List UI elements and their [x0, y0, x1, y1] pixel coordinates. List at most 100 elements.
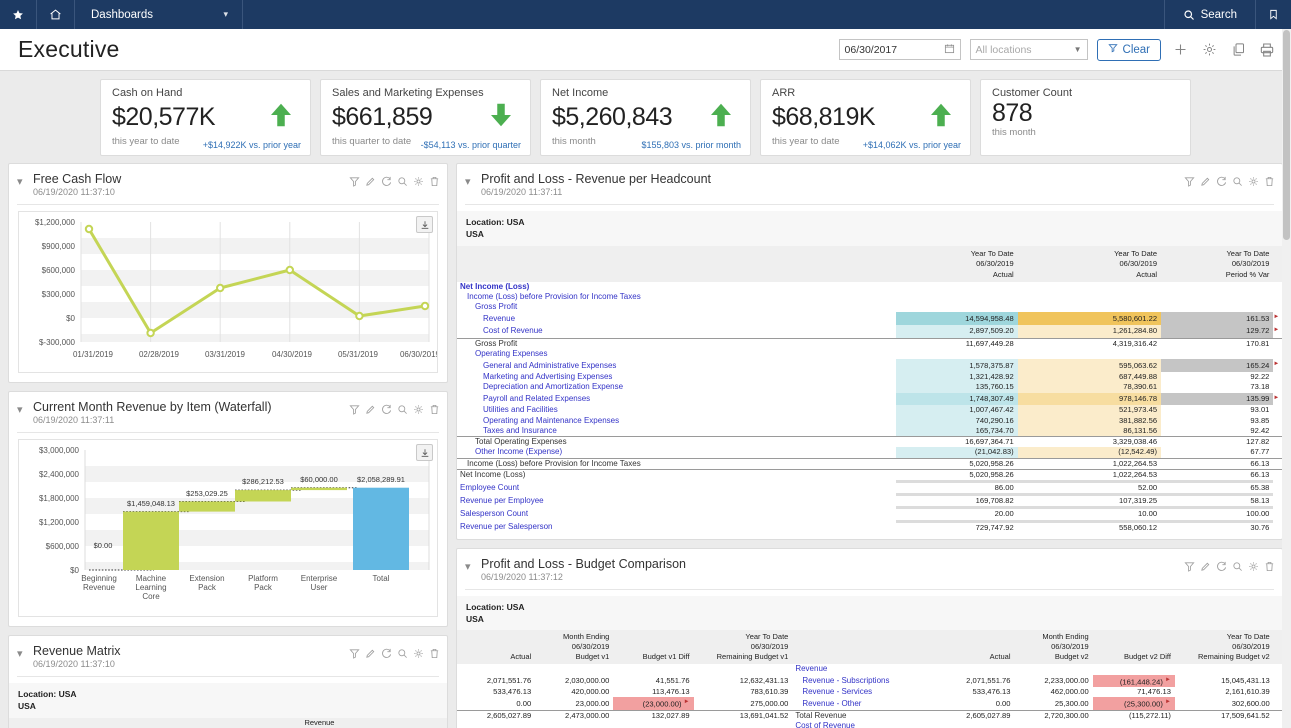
page-scrollbar-thumb[interactable]: [1283, 30, 1290, 240]
table-row[interactable]: Net Income (Loss)5,020,958.261,022,264.5…: [457, 469, 1282, 481]
table-row[interactable]: Payroll and Related Expenses1,748,307.49…: [457, 393, 1282, 406]
add-widget-button[interactable]: [1170, 40, 1190, 60]
filter-icon[interactable]: [349, 402, 360, 420]
copy-dashboard-button[interactable]: [1228, 40, 1248, 60]
table-row[interactable]: 2,605,027.892,473,000.00132,027.8913,691…: [457, 711, 1282, 722]
edit-icon[interactable]: [365, 174, 376, 192]
filter-icon[interactable]: [349, 646, 360, 664]
row-value: 2,605,027.89: [936, 711, 1014, 722]
table-row[interactable]: 533,476.13420,000.00113,476.13783,610.39…: [457, 687, 1282, 697]
header-spacer-cell: [1273, 246, 1282, 282]
table-row[interactable]: Utilities and Facilities1,007,467.42521,…: [457, 405, 1282, 415]
refresh-icon[interactable]: [1216, 559, 1227, 577]
row-value: 1,022,264.53: [1018, 458, 1161, 469]
search-icon[interactable]: [397, 646, 408, 664]
favorite-button[interactable]: [0, 0, 37, 29]
table-row[interactable]: Income (Loss) before Provision for Incom…: [457, 458, 1282, 469]
table-row[interactable]: Gross Profit: [457, 302, 1282, 312]
delete-icon[interactable]: [429, 402, 440, 420]
table-row[interactable]: Depreciation and Amortization Expense135…: [457, 382, 1282, 392]
delete-icon[interactable]: [429, 646, 440, 664]
download-chart-button[interactable]: [416, 216, 433, 233]
edit-icon[interactable]: [365, 402, 376, 420]
table-row[interactable]: 2,071,551.762,030,000.0041,551.7612,632,…: [457, 675, 1282, 688]
row-value: 10.00: [1018, 508, 1161, 521]
row-value: 93.85: [1161, 416, 1273, 426]
column-header: Actual: [936, 630, 1014, 664]
table-header-row: Actual Month Ending 06/30/2019 Budget v1…: [457, 630, 1282, 664]
print-dashboard-button[interactable]: [1257, 40, 1277, 60]
collapse-chevron-icon[interactable]: ▾: [465, 557, 481, 573]
edit-icon[interactable]: [1200, 174, 1211, 192]
table-row[interactable]: Operating and Maintenance Expenses740,29…: [457, 416, 1282, 426]
kpi-card[interactable]: Customer Count 878 this month: [980, 79, 1191, 156]
gear-icon[interactable]: [1248, 559, 1259, 577]
table-row[interactable]: Revenue: [457, 664, 1282, 674]
refresh-icon[interactable]: [1216, 174, 1227, 192]
search-button[interactable]: Search: [1164, 0, 1255, 29]
table-row[interactable]: Other Income (Expense)(21,042.83)(12,542…: [457, 447, 1282, 458]
table-row[interactable]: Revenue per Salesperson729,747.92558,060…: [457, 521, 1282, 533]
col-line-1: Year To Date: [1018, 249, 1157, 259]
table-row[interactable]: Cost of Revenue: [457, 721, 1282, 728]
home-button[interactable]: [37, 0, 75, 29]
collapse-chevron-icon[interactable]: ▾: [17, 644, 33, 660]
dashboard-settings-button[interactable]: [1199, 40, 1219, 60]
clear-label: Clear: [1123, 44, 1150, 56]
bookmark-button[interactable]: [1255, 0, 1291, 29]
table-row[interactable]: Income (Loss) before Provision for Incom…: [457, 292, 1282, 302]
collapse-chevron-icon[interactable]: ▾: [17, 172, 33, 188]
table-row[interactable]: Operating Expenses: [457, 349, 1282, 359]
search-icon[interactable]: [397, 402, 408, 420]
dashboards-menu[interactable]: Dashboards ▾: [75, 0, 243, 29]
row-value: 86,131.56: [1018, 426, 1161, 437]
filter-icon[interactable]: [349, 174, 360, 192]
refresh-icon[interactable]: [381, 646, 392, 664]
table-row[interactable]: General and Administrative Expenses1,578…: [457, 359, 1282, 372]
table-row[interactable]: Employee Count86.0052.0065.38: [457, 481, 1282, 494]
matrix-col-header: Extension Pack Year To Date 06/30/2019 A…: [130, 718, 198, 728]
gear-icon[interactable]: [1248, 174, 1259, 192]
clear-filters-button[interactable]: Clear: [1097, 39, 1161, 61]
gear-icon[interactable]: [413, 402, 424, 420]
row-value: 729,747.92: [896, 521, 1018, 533]
table-row[interactable]: Taxes and Insurance165,734.7086,131.5692…: [457, 426, 1282, 437]
table-row[interactable]: Cost of Revenue2,897,509.201,261,284.801…: [457, 325, 1282, 338]
table-row[interactable]: Revenue14,594,958.485,580,601.22161.53►: [457, 312, 1282, 325]
date-filter-input[interactable]: 06/30/2017: [839, 39, 961, 60]
table-row[interactable]: Salesperson Count20.0010.00100.00: [457, 508, 1282, 521]
kpi-card[interactable]: Sales and Marketing Expenses $661,859 th…: [320, 79, 531, 156]
revenue-per-headcount-table: Year To Date 06/30/2019 Actual Year To D…: [457, 246, 1282, 533]
search-icon[interactable]: [1232, 559, 1243, 577]
kpi-title: ARR: [772, 87, 960, 99]
table-row[interactable]: Net Income (Loss): [457, 282, 1282, 292]
refresh-icon[interactable]: [381, 174, 392, 192]
table-row[interactable]: Gross Profit11,697,449.284,319,316.42170…: [457, 338, 1282, 349]
delete-icon[interactable]: [429, 174, 440, 192]
free-cash-flow-chart: $1,200,000 $900,000 $600,000 $300,000 $0…: [18, 211, 438, 373]
row-flag: [1273, 282, 1282, 292]
table-row[interactable]: Marketing and Advertising Expenses1,321,…: [457, 372, 1282, 382]
gear-icon[interactable]: [413, 174, 424, 192]
gear-icon[interactable]: [413, 646, 424, 664]
search-icon[interactable]: [1232, 174, 1243, 192]
row-label: Revenue: [457, 312, 896, 325]
collapse-chevron-icon[interactable]: ▾: [465, 172, 481, 188]
filter-icon[interactable]: [1184, 174, 1195, 192]
table-row[interactable]: Total Operating Expenses16,697,364.713,3…: [457, 437, 1282, 448]
refresh-icon[interactable]: [381, 402, 392, 420]
download-chart-button[interactable]: [416, 444, 433, 461]
delete-icon[interactable]: [1264, 174, 1275, 192]
kpi-card[interactable]: Cash on Hand $20,577K this year to date …: [100, 79, 311, 156]
collapse-chevron-icon[interactable]: ▾: [17, 400, 33, 416]
edit-icon[interactable]: [1200, 559, 1211, 577]
edit-icon[interactable]: [365, 646, 376, 664]
kpi-card[interactable]: ARR $68,819K this year to date +$14,062K…: [760, 79, 971, 156]
location-filter-select[interactable]: All locations ▼: [970, 39, 1088, 60]
table-row[interactable]: Revenue per Employee169,708.82107,319.25…: [457, 495, 1282, 508]
search-icon[interactable]: [397, 174, 408, 192]
table-row[interactable]: 0.0023,000.00(23,000.00) ►275,000.00Reve…: [457, 697, 1282, 710]
delete-icon[interactable]: [1264, 559, 1275, 577]
kpi-card[interactable]: Net Income $5,260,843 this month $155,80…: [540, 79, 751, 156]
filter-icon[interactable]: [1184, 559, 1195, 577]
